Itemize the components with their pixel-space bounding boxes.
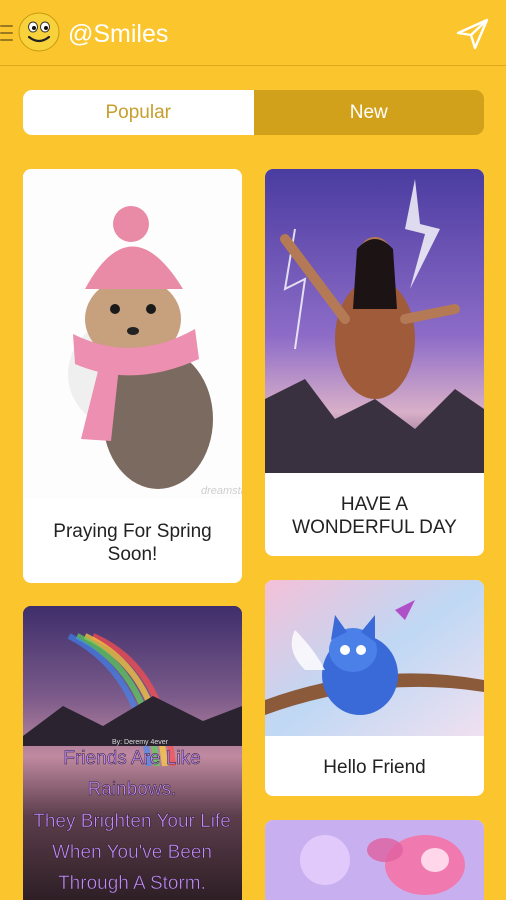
card-caption: Hello Friend [323,757,426,778]
flowers-image [265,820,484,900]
send-icon[interactable] [454,16,490,52]
app-bar: @Smiles [0,0,506,66]
tab-bar: Popular New [23,90,484,135]
image-credit: By: Deremy 4ever [112,739,169,746]
card-hello-friend[interactable]: Hello Friend [265,580,484,796]
tab-popular[interactable]: Popular [23,90,254,135]
card-caption: HAVE A WONDERFUL DAY [292,494,457,538]
smiley-face-icon [18,12,60,52]
app-title: @Smiles [68,20,169,48]
card-have-a-wonderful-day[interactable]: HAVE A WONDERFUL DAY [265,169,484,556]
overlay-line: Through A Storm. [58,873,206,894]
overlay-line: Rainbows. [88,779,177,800]
svg-text:dreamstime: dreamstime [201,485,242,497]
overlay-line: Friends Are Like [63,748,200,769]
puppy-image: dreamstime [23,169,242,499]
card-praying-for-spring[interactable]: dreamstime Praying For Spring Soon! [23,169,242,583]
card-flowers[interactable] [265,820,484,900]
rainbow-image: By: Deremy 4ever Friends Are Like Rainbo… [23,606,242,900]
card-friends-rainbows[interactable]: By: Deremy 4ever Friends Are Like Rainbo… [23,606,242,900]
overlay-line: They Brighten Your Life [33,811,231,832]
overlay-line: When You've Been [52,842,212,863]
kitten-image [265,580,484,736]
tab-new[interactable]: New [253,90,484,135]
card-caption: Praying For Spring Soon! [53,521,212,565]
lightning-woman-image [265,169,484,473]
menu-icon[interactable] [0,25,13,41]
